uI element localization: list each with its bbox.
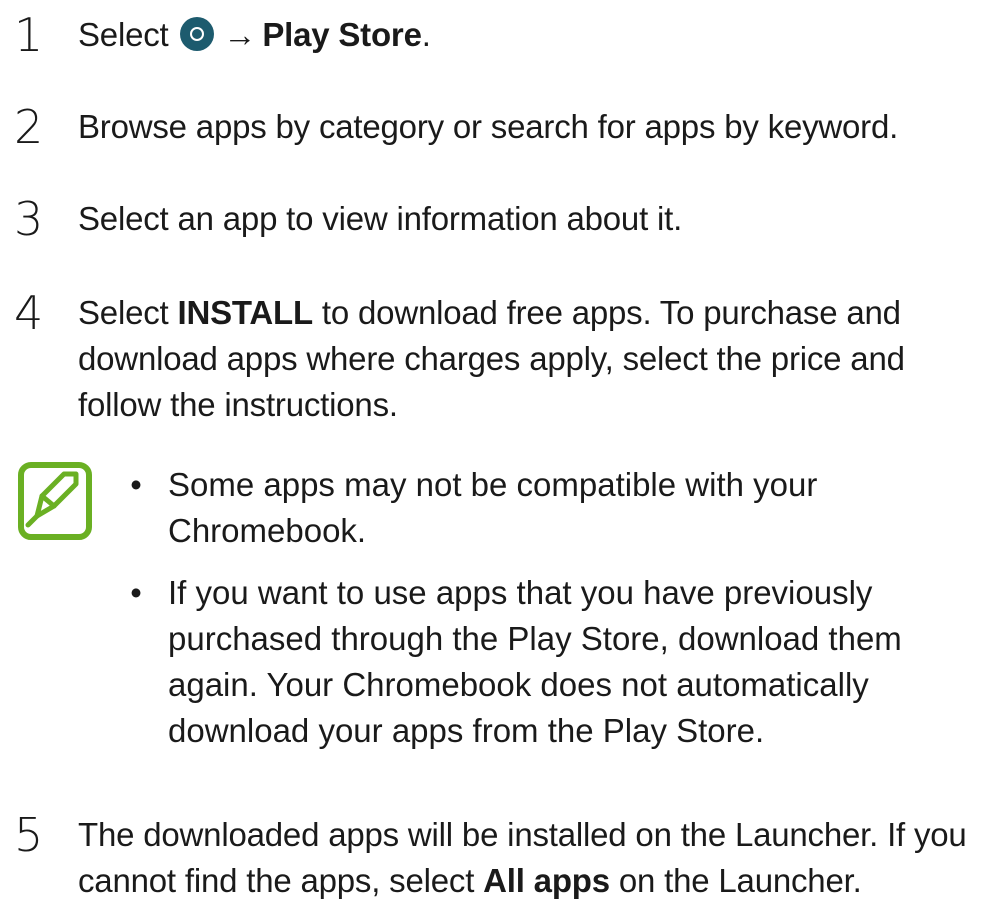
step-4: 4 Select INSTALL to download free apps. … [0, 290, 988, 428]
step-text: Select → Play Store. [78, 12, 978, 58]
bullet-text: If you want to use apps that you have pr… [168, 570, 948, 754]
step-text: Select INSTALL to download free apps. To… [78, 290, 978, 428]
step-number: 4 [14, 286, 44, 340]
step-2: 2 Browse apps by category or search for … [0, 104, 988, 150]
step-text: Select an app to view information about … [78, 200, 683, 237]
step-text: Browse apps by category or search for ap… [78, 108, 899, 145]
launcher-icon [179, 17, 214, 51]
step-line: The downloaded apps will be installed on… [78, 816, 967, 853]
step-text-pre: cannot find the apps, select [78, 862, 484, 899]
step-text-pre: Select [78, 16, 169, 53]
step-1: 1 Select → Play Store. [0, 12, 988, 58]
bullet-line: Chromebook. [168, 512, 367, 549]
step-line: download apps where charges apply, selec… [78, 340, 905, 377]
step-number: 3 [14, 192, 44, 246]
step-3: 3 Select an app to view information abou… [0, 196, 988, 242]
install-label: INSTALL [177, 294, 314, 331]
step-text-post: to download free apps. To purchase and [312, 294, 901, 331]
all-apps-label: All apps [483, 862, 610, 899]
step-line: follow the instructions. [78, 386, 398, 423]
step-text-pre: Select [78, 294, 178, 331]
step-number: 5 [14, 808, 44, 862]
bullet-text: Some apps may not be compatible with you… [168, 462, 948, 554]
step-number: 1 [14, 8, 44, 62]
bullet-line: again. Your Chromebook does not automati… [168, 666, 869, 703]
step-line: cannot find the apps, select All apps on… [78, 858, 978, 904]
step-number: 2 [14, 100, 44, 154]
arrow-icon: → [223, 16, 257, 53]
step-line: Select INSTALL to download free apps. To… [78, 290, 978, 336]
bullet-dot: • [130, 466, 142, 503]
step-5: 5 The downloaded apps will be installed … [0, 812, 988, 904]
note-pen-icon [18, 462, 92, 540]
play-store-label: Play Store [262, 16, 422, 53]
bullet-dot: • [130, 574, 142, 611]
bullet-line: If you want to use apps that you have pr… [168, 574, 873, 611]
step-text-post: . [421, 16, 431, 53]
bullet-line: purchased through the Play Store, downlo… [168, 620, 902, 657]
bullet-line: download your apps from the Play Store. [168, 712, 765, 749]
step-text-post: on the Launcher. [609, 862, 862, 899]
bullet-line: Some apps may not be compatible with you… [168, 466, 818, 503]
step-text: The downloaded apps will be installed on… [78, 812, 978, 904]
